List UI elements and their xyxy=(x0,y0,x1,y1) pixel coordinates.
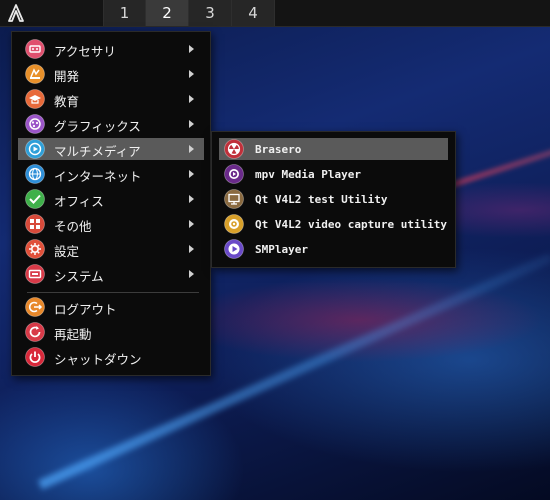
shutdown-icon xyxy=(25,347,45,367)
submenu-arrow-icon xyxy=(189,270,194,278)
graphics-icon xyxy=(25,114,45,134)
multimedia-icon xyxy=(25,139,45,159)
menu-item-label: その他 xyxy=(54,219,92,234)
mpv-icon xyxy=(224,164,244,184)
menu-separator xyxy=(27,292,199,293)
accessories-icon xyxy=(25,39,45,59)
menu-item-logout[interactable]: ログアウト xyxy=(18,296,204,318)
menu-item-label: オフィス xyxy=(54,194,104,209)
menu-item-development[interactable]: 開発 xyxy=(18,63,204,85)
submenu-arrow-icon xyxy=(189,145,194,153)
top-panel: 1234 xyxy=(0,0,550,27)
logout-icon xyxy=(25,297,45,317)
submenu-item-qvidcap[interactable]: Qt V4L2 video capture utility xyxy=(219,213,448,235)
workspace-4-button[interactable]: 4 xyxy=(232,0,275,26)
menu-item-accessories[interactable]: アクセサリ xyxy=(18,38,204,60)
settings-icon xyxy=(25,239,45,259)
menu-item-label: インターネット xyxy=(54,169,142,184)
menu-item-graphics[interactable]: グラフィックス xyxy=(18,113,204,135)
submenu-item-label: mpv Media Player xyxy=(255,168,361,181)
menu-item-reboot[interactable]: 再起動 xyxy=(18,321,204,343)
smplayer-icon xyxy=(224,239,244,259)
submenu-item-brasero[interactable]: Brasero xyxy=(219,138,448,160)
workspace-3-button[interactable]: 3 xyxy=(189,0,232,26)
other-icon xyxy=(25,214,45,234)
development-icon xyxy=(25,64,45,84)
menu-item-system[interactable]: システム xyxy=(18,263,204,285)
menu-item-label: アクセサリ xyxy=(54,44,116,59)
menu-item-label: ログアウト xyxy=(54,302,117,317)
qv4l2-icon xyxy=(224,189,244,209)
menu-item-label: 開発 xyxy=(54,69,80,84)
menu-item-other[interactable]: その他 xyxy=(18,213,204,235)
brasero-icon xyxy=(224,139,244,159)
education-icon xyxy=(25,89,45,109)
menu-item-education[interactable]: 教育 xyxy=(18,88,204,110)
submenu-item-label: Qt V4L2 test Utility xyxy=(255,193,388,206)
menu-item-label: グラフィックス xyxy=(54,119,141,134)
submenu-arrow-icon xyxy=(189,170,194,178)
menu-item-internet[interactable]: インターネット xyxy=(18,163,204,185)
workspace-1-button[interactable]: 1 xyxy=(103,0,146,26)
submenu-arrow-icon xyxy=(189,220,194,228)
menu-item-shutdown[interactable]: シャットダウン xyxy=(18,346,204,368)
submenu-item-label: Brasero xyxy=(255,143,302,156)
archlabs-logo-icon[interactable] xyxy=(6,3,26,23)
workspace-switcher: 1234 xyxy=(103,0,275,26)
submenu-arrow-icon xyxy=(189,70,194,78)
main-menu: アクセサリ開発教育グラフィックス マルチメディア インターネット オフィスその他設定シ… xyxy=(11,31,211,376)
submenu-item-smplayer[interactable]: SMPlayer xyxy=(219,238,448,260)
submenu-arrow-icon xyxy=(189,45,194,53)
submenu-arrow-icon xyxy=(189,245,194,253)
reboot-icon xyxy=(25,322,45,342)
submenu-item-mpv[interactable]: mpv Media Player xyxy=(219,163,448,185)
multimedia-submenu: Brasero mpv Media Player Qt V4L2 test Util… xyxy=(211,131,456,268)
menu-item-settings[interactable]: 設定 xyxy=(18,238,204,260)
submenu-item-qv4l2[interactable]: Qt V4L2 test Utility xyxy=(219,188,448,210)
submenu-arrow-icon xyxy=(189,120,194,128)
office-icon xyxy=(25,189,45,209)
menu-item-label: 設定 xyxy=(54,244,80,259)
internet-icon xyxy=(25,164,45,184)
submenu-arrow-icon xyxy=(189,95,194,103)
system-icon xyxy=(25,264,45,284)
submenu-arrow-icon xyxy=(189,195,194,203)
menu-item-label: 教育 xyxy=(54,94,80,109)
menu-item-label: マルチメディア xyxy=(54,144,141,159)
qvidcap-icon xyxy=(224,214,244,234)
menu-item-label: シャットダウン xyxy=(54,352,142,367)
menu-item-label: システム xyxy=(54,269,104,284)
submenu-item-label: SMPlayer xyxy=(255,243,308,256)
submenu-item-label: Qt V4L2 video capture utility xyxy=(255,218,448,231)
workspace-2-button[interactable]: 2 xyxy=(146,0,189,26)
menu-item-multimedia[interactable]: マルチメディア xyxy=(18,138,204,160)
menu-item-office[interactable]: オフィス xyxy=(18,188,204,210)
menu-item-label: 再起動 xyxy=(54,327,92,342)
